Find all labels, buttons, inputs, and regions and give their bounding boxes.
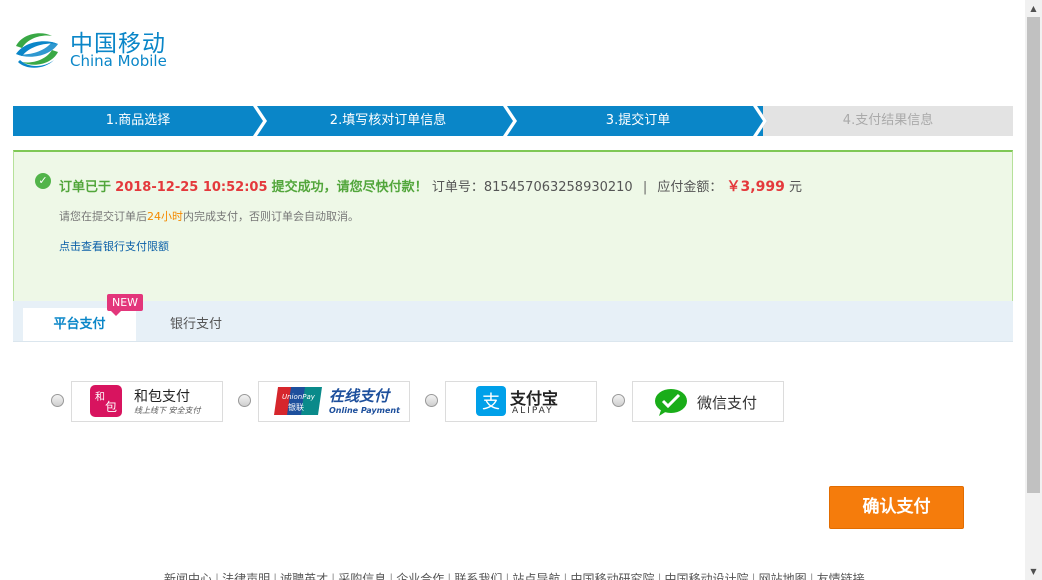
footer-link[interactable]: 网站地图 bbox=[759, 572, 807, 580]
scroll-up-arrow-icon[interactable]: ▲ bbox=[1025, 0, 1042, 17]
footer-link[interactable]: 法律声明 bbox=[222, 572, 270, 580]
footer-divider: | bbox=[215, 572, 220, 580]
alipay-sub: ALIPAY bbox=[512, 406, 554, 416]
step-1: 1.商品选择 bbox=[13, 106, 263, 136]
footer-link[interactable]: 中国移动设计院 bbox=[665, 572, 749, 580]
order-summary-line: 订单已于 2018-12-25 10:52:05 提交成功，请您尽快付款！ 订单… bbox=[59, 176, 802, 196]
unionpay-name: 在线支付 bbox=[329, 387, 390, 405]
svg-text:包: 包 bbox=[105, 400, 117, 414]
footer-divider: | bbox=[447, 572, 452, 580]
checkout-steps: 1.商品选择 2.填写核对订单信息 3.提交订单 4.支付结果信息 bbox=[13, 106, 1013, 136]
order-number-label: 订单号： bbox=[431, 180, 484, 195]
svg-text:支: 支 bbox=[482, 392, 500, 413]
footer-link[interactable]: 站点导航 bbox=[512, 572, 560, 580]
payment-option-hebao[interactable]: 和 包 和包支付 线上线下 安全支付 bbox=[51, 381, 226, 422]
footer-link[interactable]: 新闻中心 bbox=[164, 572, 212, 580]
footer-link[interactable]: 企业合作 bbox=[396, 572, 444, 580]
radio-wechat[interactable] bbox=[612, 394, 625, 407]
unionpay-card[interactable]: UnionPay 银联 在线支付 Online Payment bbox=[258, 381, 410, 422]
footer-links: 新闻中心 | 法律声明 | 诚聘英才 | 采购信息 | 企业合作 | 联系我们 | 站点导航 | 中国移动研… bbox=[164, 570, 865, 580]
step-divider bbox=[753, 106, 767, 136]
vertical-scrollbar[interactable]: ▲ ▼ bbox=[1025, 0, 1042, 580]
step-divider bbox=[253, 106, 267, 136]
notice-prefix: 订单已于 bbox=[59, 180, 112, 195]
step-divider bbox=[503, 106, 517, 136]
scroll-down-arrow-icon[interactable]: ▼ bbox=[1025, 563, 1042, 580]
china-mobile-logo[interactable]: 中国移动 China Mobile bbox=[12, 24, 212, 74]
alipay-card[interactable]: 支 支付宝 ALIPAY bbox=[445, 381, 597, 422]
payment-option-unionpay[interactable]: UnionPay 银联 在线支付 Online Payment bbox=[238, 381, 413, 422]
hint-time: 24小时 bbox=[147, 210, 183, 223]
radio-hebao[interactable] bbox=[51, 394, 64, 407]
amount-due: ￥3,999 bbox=[726, 179, 785, 195]
wechat-pay-name: 微信支付 bbox=[697, 394, 758, 412]
footer-divider: | bbox=[657, 572, 662, 580]
svg-text:UnionPay: UnionPay bbox=[282, 393, 316, 401]
bank-limit-link[interactable]: 点击查看银行支付限额 bbox=[59, 238, 169, 254]
step-2: 2.填写核对订单信息 bbox=[263, 106, 513, 136]
confirm-payment-button[interactable]: 确认支付 bbox=[829, 486, 964, 529]
payment-option-alipay[interactable]: 支 支付宝 ALIPAY bbox=[425, 381, 600, 422]
footer-divider: | bbox=[751, 572, 756, 580]
footer-divider: | bbox=[389, 572, 394, 580]
radio-unionpay[interactable] bbox=[238, 394, 251, 407]
wechat-card[interactable]: 微信支付 bbox=[632, 381, 784, 422]
order-number: 815457063258930210 bbox=[483, 180, 633, 195]
success-message: 提交成功，请您尽快付款！ bbox=[271, 180, 428, 195]
order-success-notice: ✓ 订单已于 2018-12-25 10:52:05 提交成功，请您尽快付款！ … bbox=[13, 150, 1013, 302]
footer-link[interactable]: 采购信息 bbox=[338, 572, 386, 580]
payment-option-wechat[interactable]: 微信支付 bbox=[612, 381, 787, 422]
hebao-name: 和包支付 bbox=[134, 389, 190, 405]
hebao-card[interactable]: 和 包 和包支付 线上线下 安全支付 bbox=[71, 381, 223, 422]
footer-link[interactable]: 诚聘英才 bbox=[280, 572, 328, 580]
footer-divider: | bbox=[331, 572, 336, 580]
footer-divider: | bbox=[563, 572, 568, 580]
radio-alipay[interactable] bbox=[425, 394, 438, 407]
payment-tabs: 平台支付 NEW 银行支付 bbox=[13, 294, 1013, 342]
footer-link[interactable]: 友情链接 bbox=[817, 572, 865, 580]
hint-after: 内完成支付，否则订单会自动取消。 bbox=[183, 210, 359, 223]
tab-bank-payment[interactable]: 银行支付 bbox=[143, 308, 249, 341]
amount-label: 应付金额： bbox=[657, 180, 723, 195]
footer-link[interactable]: 中国移动研究院 bbox=[570, 572, 654, 580]
success-check-icon: ✓ bbox=[35, 173, 51, 189]
scroll-thumb[interactable] bbox=[1027, 17, 1040, 493]
footer-divider: | bbox=[809, 572, 814, 580]
step-4: 4.支付结果信息 bbox=[763, 106, 1013, 136]
order-datetime: 2018-12-25 10:52:05 bbox=[115, 180, 268, 195]
hebao-icon: 和 包 bbox=[90, 385, 122, 417]
footer-link[interactable]: 联系我们 bbox=[454, 572, 502, 580]
footer-divider: | bbox=[505, 572, 510, 580]
payment-page: 中国移动 China Mobile 1.商品选择 2.填写核对订单信息 3.提交… bbox=[0, 0, 1025, 580]
hebao-sub: 线上线下 安全支付 bbox=[134, 406, 201, 415]
step-3: 3.提交订单 bbox=[513, 106, 763, 136]
svg-text:和: 和 bbox=[95, 391, 105, 403]
china-mobile-logo-icon bbox=[16, 33, 58, 68]
footer-divider: | bbox=[273, 572, 278, 580]
separator: | bbox=[642, 180, 648, 195]
new-badge: NEW bbox=[107, 294, 144, 316]
wechat-pay-icon bbox=[655, 389, 687, 416]
unionpay-icon: UnionPay 银联 bbox=[274, 387, 322, 415]
alipay-icon: 支 bbox=[476, 386, 506, 416]
hint-before: 请您在提交订单后 bbox=[59, 210, 147, 223]
unionpay-sub: Online Payment bbox=[329, 406, 400, 415]
amount-unit: 元 bbox=[788, 180, 802, 195]
brand-name-en: China Mobile bbox=[70, 52, 167, 70]
payment-deadline-hint: 请您在提交订单后24小时内完成支付，否则订单会自动取消。 bbox=[59, 208, 359, 224]
svg-text:银联: 银联 bbox=[288, 402, 304, 412]
